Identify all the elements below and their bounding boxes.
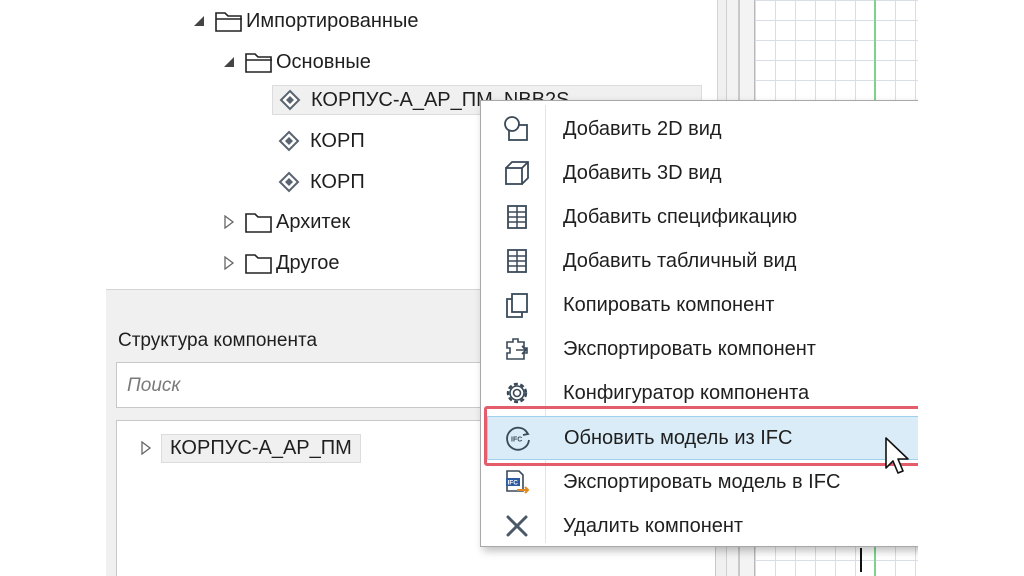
- menu-item-label: Удалить компонент: [563, 514, 744, 537]
- component-icon: [278, 171, 300, 193]
- expand-arrow-icon[interactable]: [220, 254, 238, 272]
- tree-item-label: КОРП: [310, 170, 365, 193]
- menu-item-label: Экспортировать модель в IFC: [563, 470, 841, 493]
- tree-label-other: Другое: [276, 251, 340, 274]
- menu-item-label: Обновить модель из IFC: [564, 426, 793, 449]
- menu-item-label: Экспортировать компонент: [563, 337, 816, 360]
- ifc-export-icon: IFC: [495, 460, 539, 504]
- tree-node-other[interactable]: Другое: [220, 248, 340, 278]
- menu-item-component-configurator[interactable]: Конфигуратор компонента: [487, 371, 918, 415]
- folder-open-icon: [215, 12, 242, 32]
- tree-node-main[interactable]: Основные: [220, 47, 371, 77]
- menu-item-update-from-ifc[interactable]: IFC Обновить модель из IFC: [487, 416, 918, 460]
- structure-root-node[interactable]: КОРПУС-А_АР_ПМ: [137, 433, 361, 463]
- structure-panel-title: Структура компонента: [118, 330, 318, 351]
- component-icon: [279, 89, 301, 111]
- tree-node-imported[interactable]: Импортированные: [190, 6, 418, 36]
- gear-icon: [495, 371, 539, 415]
- menu-item-export-component[interactable]: Экспортировать компонент: [487, 327, 918, 371]
- context-menu: Добавить 2D вид Добавить 3D вид Добавить…: [480, 100, 918, 547]
- menu-item-add-2d-view[interactable]: Добавить 2D вид: [487, 107, 918, 151]
- table-view-icon: [495, 239, 539, 283]
- export-component-icon: [495, 327, 539, 371]
- tree-label-imported: Импортированные: [246, 9, 419, 32]
- tree-item-label: КОРП: [310, 129, 365, 152]
- svg-text:IFC: IFC: [511, 437, 522, 444]
- add-2d-view-icon: [495, 107, 539, 151]
- delete-icon: [495, 504, 539, 548]
- menu-item-label: Добавить 2D вид: [563, 117, 722, 140]
- menu-item-add-table-view[interactable]: Добавить табличный вид: [487, 239, 918, 283]
- mouse-pointer-icon: [885, 437, 909, 474]
- menu-item-label: Конфигуратор компонента: [563, 381, 810, 404]
- menu-item-label: Добавить спецификацию: [563, 205, 798, 228]
- tree-item-component-2[interactable]: КОРП: [278, 126, 365, 156]
- screenshot-area: Импортированные Основные КОРПУС-А_АР_ПМ_…: [106, 0, 918, 576]
- tree-item-component-3[interactable]: КОРП: [278, 167, 365, 197]
- expand-arrow-icon[interactable]: [220, 213, 238, 231]
- folder-open-icon: [245, 53, 272, 73]
- menu-item-export-ifc[interactable]: IFC Экспортировать модель в IFC: [487, 460, 918, 504]
- menu-item-label: Добавить 3D вид: [563, 161, 722, 184]
- specification-icon: [495, 195, 539, 239]
- menu-item-label: Добавить табличный вид: [563, 249, 797, 272]
- folder-icon: [245, 254, 272, 274]
- menu-item-add-specification[interactable]: Добавить спецификацию: [487, 195, 918, 239]
- copy-icon: [495, 283, 539, 327]
- expand-arrow-icon[interactable]: [137, 439, 155, 457]
- menu-item-delete-component[interactable]: Удалить компонент: [487, 504, 918, 548]
- tree-label-arch: Архитек: [276, 210, 351, 233]
- menu-item-label: Копировать компонент: [563, 293, 775, 316]
- svg-text:IFC: IFC: [508, 480, 519, 487]
- menu-item-copy-component[interactable]: Копировать компонент: [487, 283, 918, 327]
- tree-label-main: Основные: [276, 50, 371, 73]
- collapse-arrow-icon[interactable]: [190, 12, 208, 30]
- canvas-marker: [860, 548, 862, 572]
- add-3d-view-icon: [495, 151, 539, 195]
- tree-node-arch[interactable]: Архитек: [220, 207, 350, 237]
- menu-item-add-3d-view[interactable]: Добавить 3D вид: [487, 151, 918, 195]
- structure-root-label: КОРПУС-А_АР_ПМ: [161, 433, 361, 463]
- folder-icon: [245, 213, 272, 233]
- ifc-refresh-icon: IFC: [496, 416, 540, 460]
- collapse-arrow-icon[interactable]: [220, 53, 238, 71]
- component-icon: [278, 130, 300, 152]
- search-placeholder: Поиск: [127, 375, 181, 396]
